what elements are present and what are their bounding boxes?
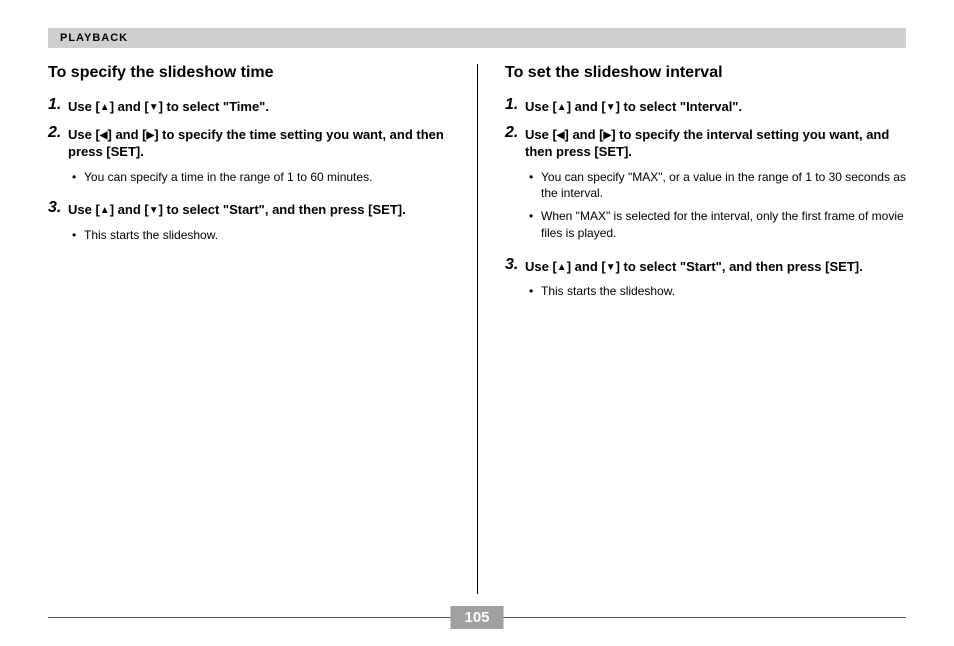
left-title: To specify the slideshow time xyxy=(48,64,449,82)
right-title: To set the slideshow interval xyxy=(505,64,906,82)
step-number: 3. xyxy=(48,199,68,219)
step-bullets: This starts the slideshow. xyxy=(72,227,449,244)
step-number: 1. xyxy=(505,96,525,116)
step-number: 2. xyxy=(505,124,525,161)
left-arrow-icon: ◀ xyxy=(100,130,108,141)
down-arrow-icon: ▼ xyxy=(606,262,616,273)
step: 1.Use [▲] and [▼] to select "Time". xyxy=(48,96,449,116)
left-arrow-icon: ◀ xyxy=(557,130,565,141)
down-arrow-icon: ▼ xyxy=(149,205,159,216)
step: 3.Use [▲] and [▼] to select "Start", and… xyxy=(505,256,906,276)
bullet-item: You can specify "MAX", or a value in the… xyxy=(529,169,906,203)
down-arrow-icon: ▼ xyxy=(606,102,616,113)
column-divider xyxy=(477,64,478,594)
step-text: Use [▲] and [▼] to select "Time". xyxy=(68,96,269,116)
two-column-layout: To specify the slideshow time 1.Use [▲] … xyxy=(48,64,906,594)
left-column: To specify the slideshow time 1.Use [▲] … xyxy=(48,64,477,594)
right-column: To set the slideshow interval 1.Use [▲] … xyxy=(477,64,906,594)
step-bullets: You can specify "MAX", or a value in the… xyxy=(529,169,906,242)
step: 3.Use [▲] and [▼] to select "Start", and… xyxy=(48,199,449,219)
step: 2.Use [◀] and [▶] to specify the interva… xyxy=(505,124,906,161)
up-arrow-icon: ▲ xyxy=(100,102,110,113)
step-number: 2. xyxy=(48,124,68,161)
page-footer: 105 xyxy=(48,606,906,628)
step-text: Use [◀] and [▶] to specify the time sett… xyxy=(68,124,449,161)
up-arrow-icon: ▲ xyxy=(557,262,567,273)
up-arrow-icon: ▲ xyxy=(557,102,567,113)
step: 2.Use [◀] and [▶] to specify the time se… xyxy=(48,124,449,161)
step-text: Use [◀] and [▶] to specify the interval … xyxy=(525,124,906,161)
bullet-item: You can specify a time in the range of 1… xyxy=(72,169,449,186)
step-number: 1. xyxy=(48,96,68,116)
step-text: Use [▲] and [▼] to select "Start", and t… xyxy=(68,199,406,219)
step-number: 3. xyxy=(505,256,525,276)
step-text: Use [▲] and [▼] to select "Start", and t… xyxy=(525,256,863,276)
step-bullets: This starts the slideshow. xyxy=(529,283,906,300)
up-arrow-icon: ▲ xyxy=(100,205,110,216)
bullet-item: This starts the slideshow. xyxy=(72,227,449,244)
bullet-item: This starts the slideshow. xyxy=(529,283,906,300)
manual-page: PLAYBACK To specify the slideshow time 1… xyxy=(0,0,954,646)
right-steps: 1.Use [▲] and [▼] to select "Interval".2… xyxy=(505,96,906,300)
page-number: 105 xyxy=(450,606,503,629)
step-bullets: You can specify a time in the range of 1… xyxy=(72,169,449,186)
left-steps: 1.Use [▲] and [▼] to select "Time".2.Use… xyxy=(48,96,449,244)
step: 1.Use [▲] and [▼] to select "Interval". xyxy=(505,96,906,116)
down-arrow-icon: ▼ xyxy=(149,102,159,113)
step-text: Use [▲] and [▼] to select "Interval". xyxy=(525,96,742,116)
section-header: PLAYBACK xyxy=(48,28,906,48)
bullet-item: When "MAX" is selected for the interval,… xyxy=(529,208,906,242)
